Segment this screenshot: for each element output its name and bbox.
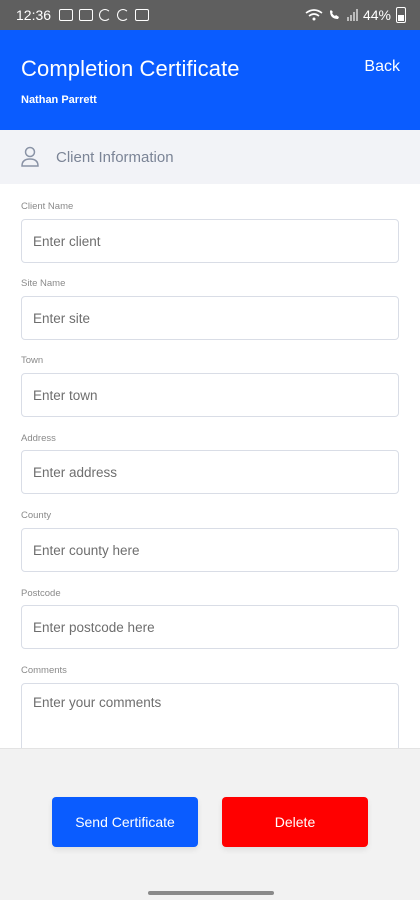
mail-icon bbox=[135, 9, 150, 21]
person-icon bbox=[21, 146, 39, 167]
status-left: 12:36 bbox=[16, 7, 150, 23]
battery-percent: 44% bbox=[362, 7, 391, 23]
section-title: Client Information bbox=[56, 148, 174, 166]
site-name-label: Site Name bbox=[21, 278, 66, 289]
town-input[interactable] bbox=[21, 373, 399, 417]
sync-icon-2 bbox=[117, 9, 130, 21]
page-title: Completion Certificate bbox=[21, 56, 240, 81]
address-label: Address bbox=[21, 433, 56, 444]
battery-icon bbox=[396, 7, 406, 23]
back-button[interactable]: Back bbox=[364, 58, 400, 76]
sync-icon bbox=[99, 9, 112, 21]
delete-button[interactable]: Delete bbox=[222, 797, 368, 847]
notification-app-icon bbox=[59, 9, 74, 21]
call-icon bbox=[329, 10, 339, 19]
county-input[interactable] bbox=[21, 528, 399, 572]
client-name-label: Client Name bbox=[21, 201, 74, 212]
site-name-input[interactable] bbox=[21, 296, 399, 340]
address-input[interactable] bbox=[21, 450, 399, 494]
comments-textarea[interactable] bbox=[21, 683, 399, 748]
app-header: Completion Certificate Back Nathan Parre… bbox=[0, 30, 420, 130]
home-indicator[interactable] bbox=[148, 891, 274, 895]
comments-label: Comments bbox=[21, 665, 67, 676]
wifi-icon bbox=[305, 9, 323, 21]
client-name-input[interactable] bbox=[21, 219, 399, 263]
client-form: Client Name Site Name Town Address Count… bbox=[0, 184, 420, 748]
section-header: Client Information bbox=[0, 130, 420, 184]
footer-actions: Send Certificate Delete bbox=[0, 748, 420, 900]
postcode-input[interactable] bbox=[21, 605, 399, 649]
user-name: Nathan Parrett bbox=[21, 94, 97, 106]
county-label: County bbox=[21, 510, 52, 521]
status-right: 44% bbox=[305, 7, 406, 23]
town-label: Town bbox=[21, 355, 44, 366]
send-certificate-button[interactable]: Send Certificate bbox=[52, 797, 198, 847]
status-bar: 12:36 44% bbox=[0, 0, 420, 30]
postcode-label: Postcode bbox=[21, 588, 61, 599]
status-time: 12:36 bbox=[16, 7, 52, 23]
notification-message-icon bbox=[79, 9, 94, 21]
signal-icon bbox=[346, 9, 358, 21]
